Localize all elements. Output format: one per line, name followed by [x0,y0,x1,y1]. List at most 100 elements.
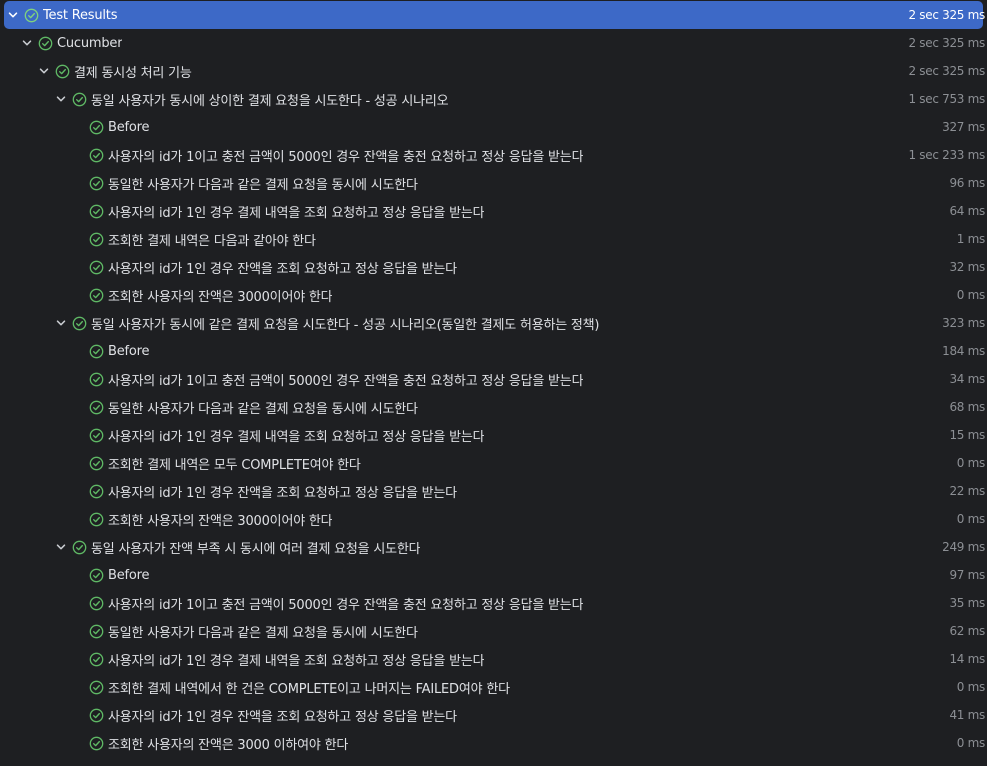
tree-row-step[interactable]: 조회한 결제 내역에서 한 건은 COMPLETE이고 나머지는 FAILED여… [0,673,987,701]
check-circle-icon [89,484,104,499]
tree-row-step[interactable]: 조회한 결제 내역은 모두 COMPLETE여야 한다 0 ms [0,449,987,477]
check-circle-icon [89,736,104,751]
tree-row-step[interactable]: 조회한 결제 내역은 다음과 같아야 한다 1 ms [0,225,987,253]
duration-label: 323 ms [942,316,985,330]
tree-row-step[interactable]: Before 327 ms [0,113,987,141]
tree-row-step[interactable]: 조회한 사용자의 잔액은 3000 이하여야 한다 0 ms [0,729,987,757]
tree-row-label: Test Results [43,7,118,23]
check-circle-icon [24,8,39,23]
check-circle-icon [89,232,104,247]
check-circle-icon [89,260,104,275]
tree-row-label: Cucumber [57,35,123,51]
tree-row-label: 사용자의 id가 1이고 충전 금액이 5000인 경우 잔액을 충전 요청하고… [108,149,584,165]
tree-row-label: 사용자의 id가 1이고 충전 금액이 5000인 경우 잔액을 충전 요청하고… [108,373,584,389]
tree-row-scenario[interactable]: 동일 사용자가 잔액 부족 시 동시에 여러 결제 요청을 시도한다 249 m… [0,533,987,561]
tree-row-label: 조회한 결제 내역에서 한 건은 COMPLETE이고 나머지는 FAILED여… [108,681,510,697]
check-circle-icon [89,456,104,471]
tree-row-label: 사용자의 id가 1인 경우 잔액을 조회 요청하고 정상 응답을 받는다 [108,485,457,501]
tree-row-feature[interactable]: 결제 동시성 처리 기능 2 sec 325 ms [0,57,987,85]
test-results-tree: Test Results 2 sec 325 ms Cucumber 2 sec… [0,0,987,766]
duration-label: 68 ms [949,400,985,414]
tree-row-label: 동일 사용자가 동시에 상이한 결제 요청을 시도한다 - 성공 시나리오 [91,93,449,109]
chevron-down-icon[interactable] [6,8,20,22]
duration-label: 15 ms [949,428,985,442]
duration-label: 2 sec 325 ms [908,64,985,78]
check-circle-icon [72,92,87,107]
duration-label: 2 sec 325 ms [908,8,985,22]
tree-row-step[interactable]: 사용자의 id가 1인 경우 결제 내역을 조회 요청하고 정상 응답을 받는다… [0,645,987,673]
chevron-down-icon[interactable] [54,540,68,554]
duration-label: 22 ms [949,484,985,498]
tree-row-step[interactable]: 사용자의 id가 1이고 충전 금액이 5000인 경우 잔액을 충전 요청하고… [0,589,987,617]
tree-row-suite[interactable]: Cucumber 2 sec 325 ms [0,29,987,57]
tree-row-label: 조회한 결제 내역은 다음과 같아야 한다 [108,233,316,249]
duration-label: 0 ms [956,512,986,526]
chevron-down-icon[interactable] [54,316,68,330]
chevron-down-icon[interactable] [37,64,51,78]
tree-row-label: 사용자의 id가 1인 경우 결제 내역을 조회 요청하고 정상 응답을 받는다 [108,653,485,669]
tree-row-label: Before [108,567,150,583]
check-circle-icon [89,148,104,163]
tree-row-label: 동일한 사용자가 다음과 같은 결제 요청을 동시에 시도한다 [108,401,418,417]
duration-label: 249 ms [942,540,985,554]
tree-row-label: 사용자의 id가 1인 경우 잔액을 조회 요청하고 정상 응답을 받는다 [108,709,457,725]
tree-row-label: 조회한 사용자의 잔액은 3000이어야 한다 [108,289,333,305]
tree-row-label: 조회한 결제 내역은 모두 COMPLETE여야 한다 [108,457,361,473]
tree-row-label: Before [108,119,150,135]
tree-row-label: 동일 사용자가 동시에 같은 결제 요청을 시도한다 - 성공 시나리오(동일한… [91,317,600,333]
tree-row-step[interactable]: 사용자의 id가 1인 경우 잔액을 조회 요청하고 정상 응답을 받는다 41 … [0,701,987,729]
duration-label: 0 ms [956,288,986,302]
check-circle-icon [72,540,87,555]
tree-row-label: 조회한 사용자의 잔액은 3000이어야 한다 [108,513,333,529]
duration-label: 64 ms [949,204,985,218]
duration-label: 35 ms [949,596,985,610]
duration-label: 1 sec 753 ms [908,92,985,106]
tree-row-label: 결제 동시성 처리 기능 [74,65,192,81]
tree-row-scenario[interactable]: 동일 사용자가 동시에 같은 결제 요청을 시도한다 - 성공 시나리오(동일한… [0,309,987,337]
duration-label: 327 ms [942,120,985,134]
duration-label: 41 ms [949,708,985,722]
tree-row-step[interactable]: 동일한 사용자가 다음과 같은 결제 요청을 동시에 시도한다 62 ms [0,617,987,645]
tree-row-label: 사용자의 id가 1인 경우 잔액을 조회 요청하고 정상 응답을 받는다 [108,261,457,277]
check-circle-icon [72,316,87,331]
tree-row-step[interactable]: 조회한 사용자의 잔액은 3000이어야 한다 0 ms [0,281,987,309]
tree-row-step[interactable]: 동일한 사용자가 다음과 같은 결제 요청을 동시에 시도한다 96 ms [0,169,987,197]
check-circle-icon [89,344,104,359]
chevron-down-icon[interactable] [54,92,68,106]
tree-row-step[interactable]: 사용자의 id가 1인 경우 결제 내역을 조회 요청하고 정상 응답을 받는다… [0,197,987,225]
duration-label: 97 ms [949,568,985,582]
check-circle-icon [89,652,104,667]
tree-row-label: 동일 사용자가 잔액 부족 시 동시에 여러 결제 요청을 시도한다 [91,541,421,557]
check-circle-icon [89,204,104,219]
tree-row-step[interactable]: Before 97 ms [0,561,987,589]
check-circle-icon [55,64,70,79]
tree-row-label: 동일한 사용자가 다음과 같은 결제 요청을 동시에 시도한다 [108,625,418,641]
tree-row-step[interactable]: 사용자의 id가 1이고 충전 금액이 5000인 경우 잔액을 충전 요청하고… [0,141,987,169]
tree-row-step[interactable]: Before 184 ms [0,337,987,365]
chevron-down-icon[interactable] [20,36,34,50]
tree-row-root[interactable]: Test Results 2 sec 325 ms [4,1,985,29]
tree-row-step[interactable]: 동일한 사용자가 다음과 같은 결제 요청을 동시에 시도한다 68 ms [0,393,987,421]
tree-row-scenario[interactable]: 동일 사용자가 동시에 상이한 결제 요청을 시도한다 - 성공 시나리오 1 … [0,85,987,113]
duration-label: 2 sec 325 ms [908,36,985,50]
check-circle-icon [89,176,104,191]
tree-row-step[interactable]: 사용자의 id가 1인 경우 잔액을 조회 요청하고 정상 응답을 받는다 32 … [0,253,987,281]
check-circle-icon [89,708,104,723]
duration-label: 0 ms [956,736,986,750]
tree-row-label: Before [108,343,150,359]
check-circle-icon [89,400,104,415]
check-circle-icon [89,624,104,639]
tree-row-label: 사용자의 id가 1인 경우 결제 내역을 조회 요청하고 정상 응답을 받는다 [108,205,485,221]
tree-row-label: 조회한 사용자의 잔액은 3000 이하여야 한다 [108,737,349,753]
duration-label: 1 ms [956,232,986,246]
tree-row-step[interactable]: 사용자의 id가 1인 경우 결제 내역을 조회 요청하고 정상 응답을 받는다… [0,421,987,449]
tree-row-step[interactable]: 사용자의 id가 1이고 충전 금액이 5000인 경우 잔액을 충전 요청하고… [0,365,987,393]
duration-label: 184 ms [942,344,985,358]
duration-label: 14 ms [949,652,985,666]
tree-row-step[interactable]: 조회한 사용자의 잔액은 3000이어야 한다 0 ms [0,505,987,533]
duration-label: 96 ms [949,176,985,190]
tree-row-step[interactable]: 사용자의 id가 1인 경우 잔액을 조회 요청하고 정상 응답을 받는다 22 … [0,477,987,505]
check-circle-icon [89,288,104,303]
duration-label: 34 ms [949,372,985,386]
duration-label: 62 ms [949,624,985,638]
